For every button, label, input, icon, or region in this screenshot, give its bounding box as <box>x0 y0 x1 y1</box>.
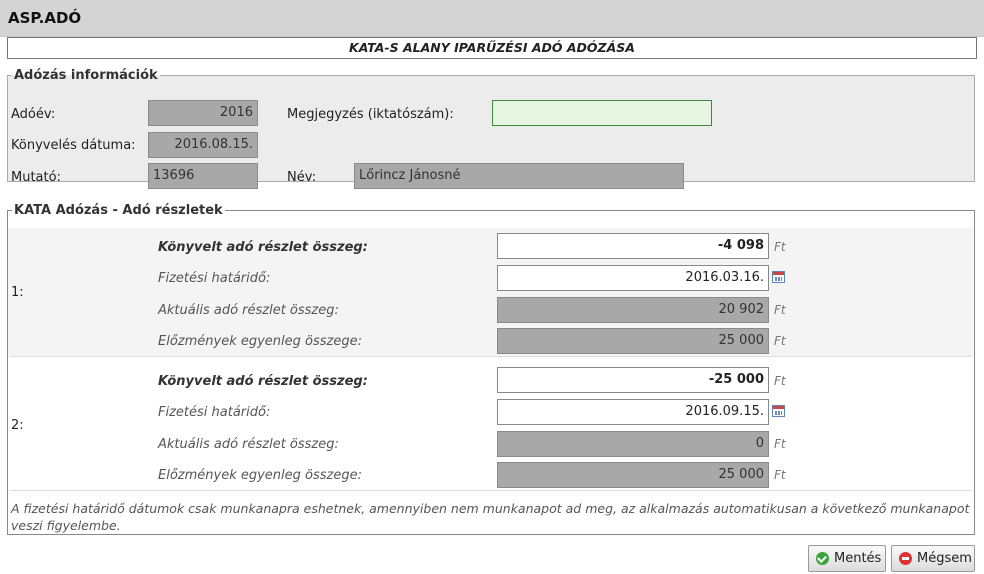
unit-label: Ft <box>774 374 786 388</box>
form-title: KATA-S ALANY IPARŰZÉSI ADÓ ADÓZÁSA <box>7 37 977 59</box>
calendar-icon[interactable] <box>772 405 785 417</box>
nev-label: Név: <box>287 170 317 185</box>
elozmenyek-field: 25 000 <box>497 328 769 354</box>
aktualis-field: 20 902 <box>497 297 769 323</box>
megjegyzes-label: Megjegyzés (iktatószám): <box>287 107 454 122</box>
adoev-label: Adóév: <box>11 107 56 122</box>
installment-index: 2: <box>11 418 24 433</box>
unit-label: Ft <box>774 303 786 317</box>
konyvelt-label: Könyvelt adó részlet összeg: <box>158 374 368 389</box>
info-legend: Adózás információk <box>14 68 158 83</box>
app-title-bar: ASP.ADÓ <box>0 0 984 37</box>
cancel-button[interactable]: Mégsem <box>891 545 975 572</box>
installment-index: 1: <box>11 285 24 300</box>
elozmenyek-field: 25 000 <box>497 462 769 488</box>
mutato-field: 13696 <box>148 163 258 189</box>
footnote-divider <box>10 490 972 491</box>
konyveles-datuma-label: Könyvelés dátuma: <box>11 138 136 153</box>
unit-label: Ft <box>774 334 786 348</box>
unit-label: Ft <box>774 468 786 482</box>
footnote-text: A fizetési határidő dátumok csak munkana… <box>11 501 970 533</box>
kata-legend: KATA Adózás - Adó részletek <box>14 203 223 218</box>
cancel-button-label: Mégsem <box>917 551 972 566</box>
hatarido-input[interactable]: 2016.09.15. <box>497 399 769 425</box>
app-title: ASP.ADÓ <box>8 9 82 27</box>
installment-group <box>8 228 973 356</box>
konyvelt-input[interactable]: -25 000 <box>497 367 769 393</box>
unit-label: Ft <box>774 240 786 254</box>
hatarido-label: Fizetési határidő: <box>158 271 271 286</box>
hatarido-label: Fizetési határidő: <box>158 405 271 420</box>
hatarido-input[interactable]: 2016.03.16. <box>497 265 769 291</box>
elozmenyek-label: Előzmények egyenleg összege: <box>158 468 362 483</box>
calendar-icon[interactable] <box>772 271 785 283</box>
minus-circle-icon <box>899 552 912 565</box>
installment-divider <box>10 356 972 357</box>
konyvelt-input[interactable]: -4 098 <box>497 233 769 259</box>
mutato-label: Mutató: <box>11 170 61 185</box>
aktualis-label: Aktuális adó részlet összeg: <box>158 437 339 452</box>
konyveles-datuma-field: 2016.08.15. <box>148 132 258 158</box>
aktualis-field: 0 <box>497 431 769 457</box>
aktualis-label: Aktuális adó részlet összeg: <box>158 303 339 318</box>
nev-field: Lőrincz Jánosné <box>354 163 684 189</box>
adoev-field: 2016 <box>148 100 258 126</box>
check-circle-icon <box>816 552 829 565</box>
unit-label: Ft <box>774 437 786 451</box>
konyvelt-label: Könyvelt adó részlet összeg: <box>158 240 368 255</box>
save-button[interactable]: Mentés <box>808 545 886 572</box>
save-button-label: Mentés <box>834 551 882 566</box>
elozmenyek-label: Előzmények egyenleg összege: <box>158 334 362 349</box>
megjegyzes-input[interactable] <box>492 100 712 126</box>
